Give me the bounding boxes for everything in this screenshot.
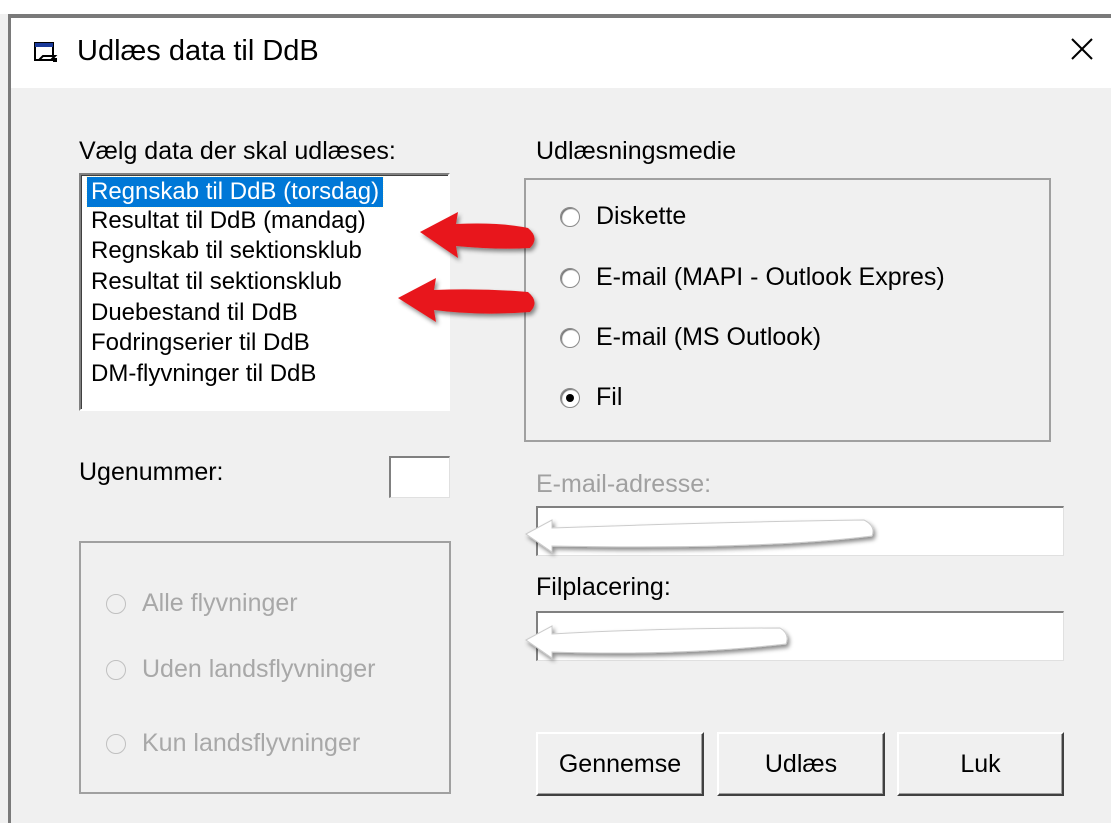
email-address-input[interactable]	[536, 506, 1064, 556]
title-bar[interactable]: Udlæs data til DdB	[11, 18, 1111, 88]
radio-all-flights[interactable]: Alle flyvninger	[106, 589, 298, 618]
close-icon[interactable]	[1065, 32, 1099, 66]
flight-filter-group: Alle flyvninger Uden landsflyvninger Kun…	[79, 541, 451, 794]
list-item[interactable]: Fodringserier til DdB	[87, 328, 314, 358]
radio-label: Diskette	[596, 202, 687, 230]
file-location-input[interactable]	[536, 611, 1064, 661]
radio-button-circle	[106, 593, 126, 614]
radio-button-circle	[560, 327, 580, 348]
radio-email-ms-outlook[interactable]: E-mail (MS Outlook)	[560, 323, 821, 352]
file-location-label: Filplacering:	[536, 573, 671, 601]
list-item[interactable]: DM-flyvninger til DdB	[87, 359, 320, 389]
email-address-label: E-mail-adresse:	[536, 470, 712, 498]
radio-diskette[interactable]: Diskette	[560, 202, 686, 231]
radio-label: Uden landsflyvninger	[142, 655, 376, 683]
list-item[interactable]: Regnskab til sektionsklub	[87, 236, 366, 266]
list-item[interactable]: Resultat til DdB (mandag)	[87, 206, 370, 236]
radio-button-circle	[560, 267, 580, 288]
export-medium-label: Udlæsningsmedie	[536, 137, 737, 165]
data-select-label: Vælg data der skal udlæses:	[79, 137, 396, 165]
radio-label: E-mail (MS Outlook)	[596, 323, 822, 351]
radio-label: Fil	[596, 383, 623, 411]
window-top-strip	[0, 0, 1111, 14]
close-button[interactable]: Luk	[897, 732, 1064, 796]
week-number-label: Ugenummer:	[79, 458, 224, 486]
radio-button-circle	[560, 206, 580, 227]
export-button[interactable]: Udlæs	[717, 732, 885, 796]
window-title: Udlæs data til DdB	[77, 35, 319, 67]
list-item[interactable]: Duebestand til DdB	[87, 298, 302, 328]
radio-only-national-flights[interactable]: Kun landsflyvninger	[106, 729, 360, 758]
app-icon	[34, 42, 58, 62]
radio-button-circle	[560, 387, 580, 408]
radio-label: Kun landsflyvninger	[142, 729, 361, 757]
radio-label: Alle flyvninger	[142, 589, 298, 617]
radio-label: E-mail (MAPI - Outlook Expres)	[596, 263, 945, 291]
list-item[interactable]: Resultat til sektionsklub	[87, 267, 346, 297]
radio-without-national-flights[interactable]: Uden landsflyvninger	[106, 655, 375, 684]
data-listbox[interactable]: Regnskab til DdB (torsdag) Resultat til …	[79, 173, 450, 411]
radio-button-circle	[106, 733, 126, 754]
radio-file[interactable]: Fil	[560, 383, 622, 412]
browse-button[interactable]: Gennemse	[536, 732, 704, 796]
radio-email-mapi[interactable]: E-mail (MAPI - Outlook Expres)	[560, 263, 945, 292]
week-number-input[interactable]	[389, 456, 450, 498]
list-item[interactable]: Regnskab til DdB (torsdag)	[85, 176, 385, 208]
radio-button-circle	[106, 659, 126, 680]
export-medium-group: Diskette E-mail (MAPI - Outlook Expres) …	[524, 178, 1051, 442]
